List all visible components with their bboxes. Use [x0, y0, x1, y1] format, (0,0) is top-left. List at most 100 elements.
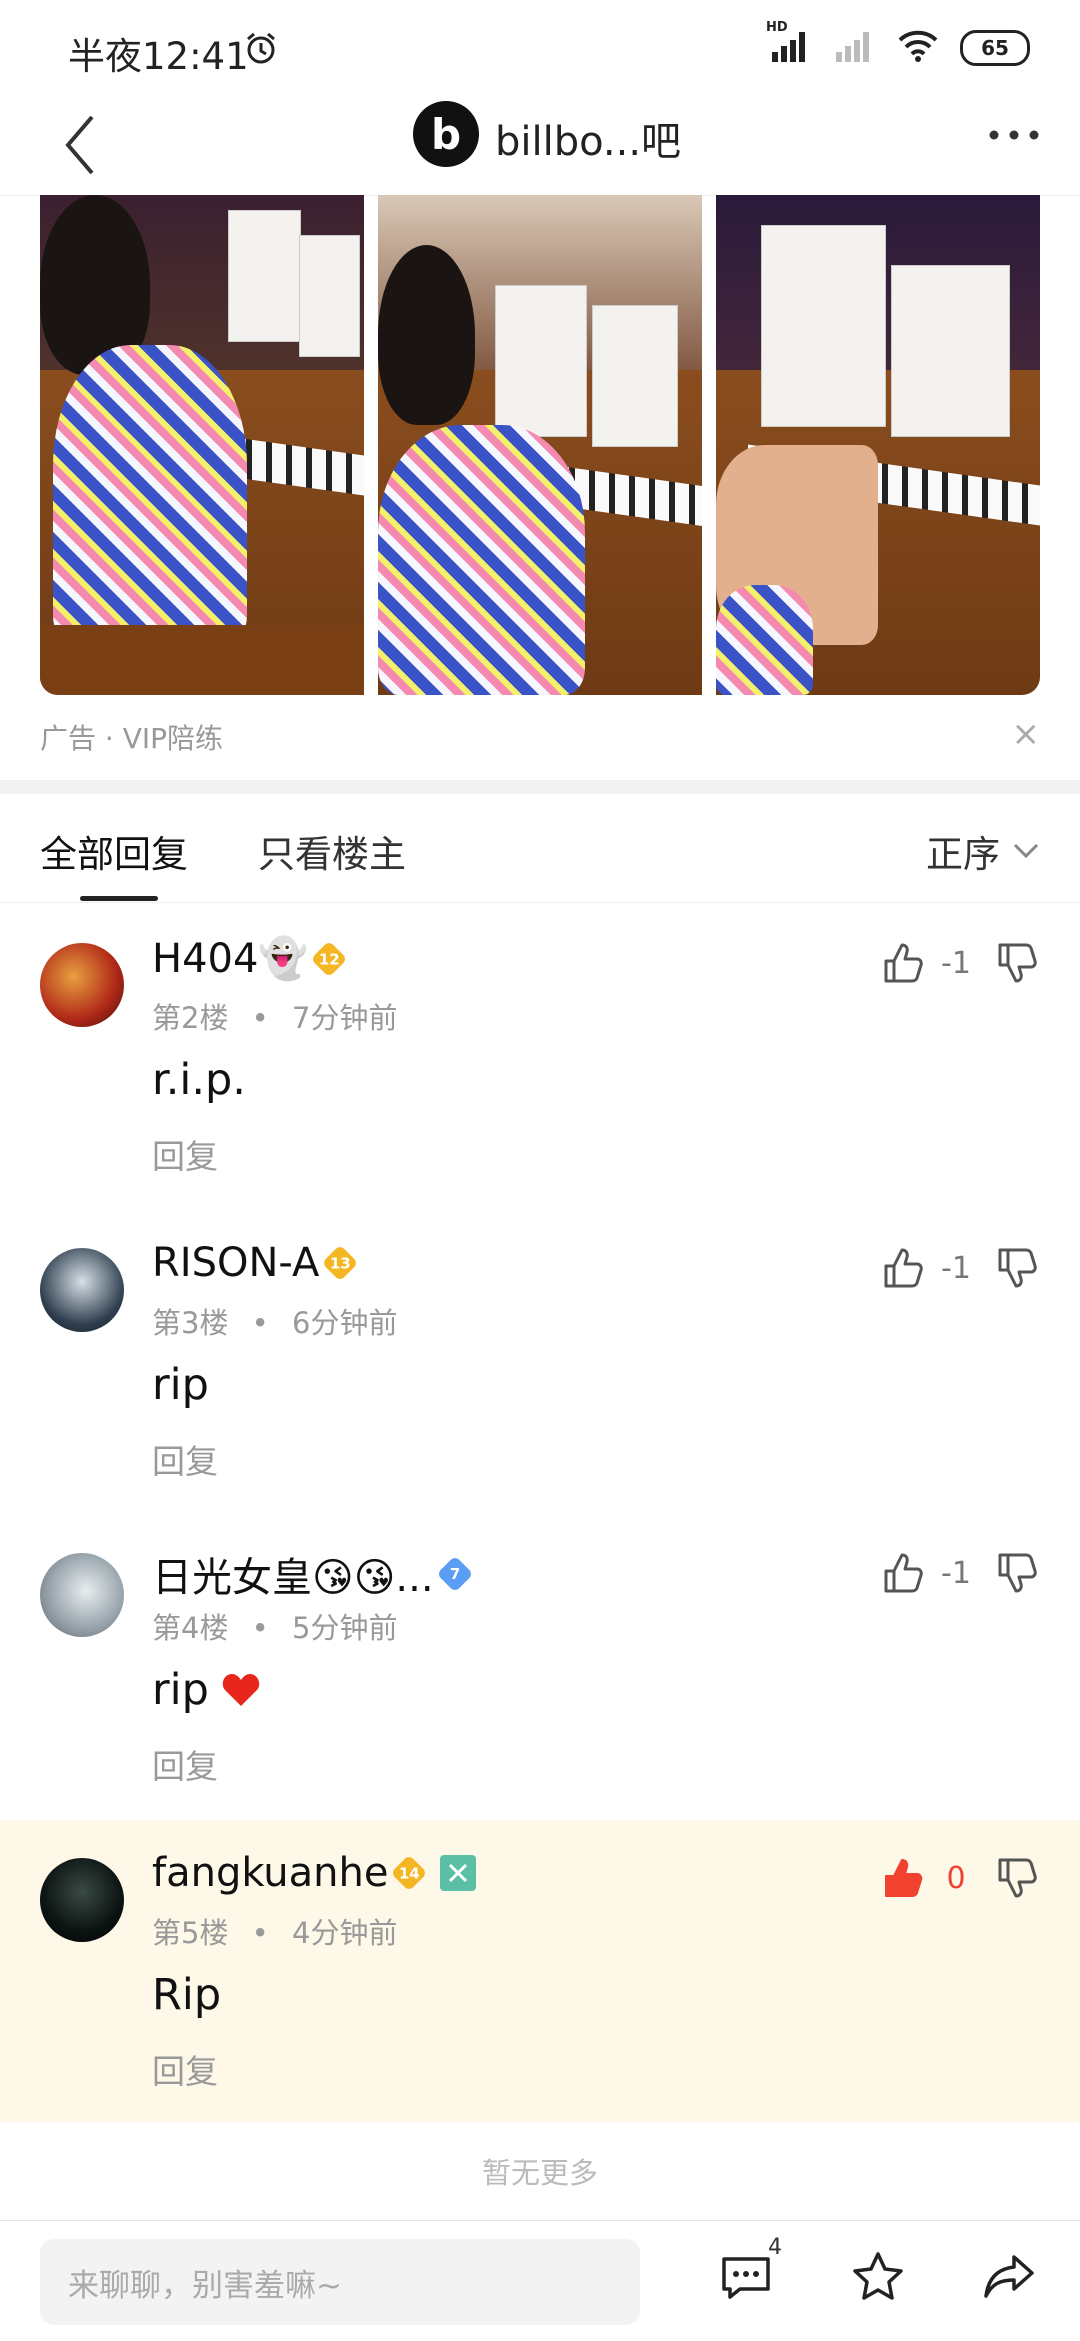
reply-item: RISON-A 13 第3楼 • 6分钟前 rip 回复 -1	[0, 1210, 1080, 1515]
reply-button[interactable]: 回复	[152, 1740, 218, 1788]
reply-item: H404👻 12 第2楼 • 7分钟前 r.i.p. 回复 -1	[0, 905, 1080, 1210]
thumbs-down-icon[interactable]	[996, 1246, 1040, 1290]
thumbs-down-icon[interactable]	[996, 1551, 1040, 1595]
cellular-empty-icon	[832, 28, 876, 68]
reply-content: rip	[152, 1360, 209, 1410]
reply-content: Rip	[152, 1970, 221, 2020]
active-tab-indicator	[80, 896, 158, 901]
thumbs-down-icon[interactable]	[996, 1856, 1040, 1900]
status-bar: 半夜12:41 HD 65	[0, 0, 1080, 95]
alarm-icon	[243, 30, 279, 70]
meta-separator: •	[251, 1001, 269, 1035]
reply-text: rip	[152, 1360, 209, 1410]
vote-count: 0	[946, 1860, 966, 1896]
share-button[interactable]	[982, 2249, 1038, 2309]
ad-image-1[interactable]	[40, 195, 364, 695]
cellular-hd-icon: HD	[766, 20, 812, 68]
vote-count: -1	[941, 945, 971, 981]
meta-separator: •	[251, 1306, 269, 1340]
bottom-bar: 来聊聊，别害羞嘛~ 4	[0, 2220, 1080, 2341]
ad-close-button[interactable]: ×	[1012, 714, 1041, 754]
floor-number: 第3楼	[152, 1306, 229, 1340]
battery-icon: 65	[960, 30, 1030, 66]
thumbs-up-icon[interactable]	[882, 941, 926, 985]
username[interactable]: RISON-A 13	[152, 1240, 359, 1286]
reply-time: 5分钟前	[292, 1611, 398, 1645]
ad-banner[interactable]	[40, 195, 1040, 695]
level-badge: 13	[321, 1244, 359, 1282]
ad-image-2[interactable]	[378, 195, 702, 695]
avatar[interactable]	[40, 1858, 124, 1942]
reply-item: 日光女皇😘😘... 7 第4楼 • 5分钟前 rip 回复 -1	[0, 1515, 1080, 1820]
chevron-down-icon	[1013, 843, 1039, 859]
vote-controls: -1	[882, 941, 1040, 985]
forum-title[interactable]: billbo...吧	[495, 109, 681, 167]
chat-bubble-icon	[722, 2257, 770, 2299]
vote-count: -1	[941, 1555, 971, 1591]
tab-owner-only[interactable]: 只看楼主	[258, 824, 406, 878]
more-dots-icon	[989, 130, 1039, 140]
thumbs-up-icon[interactable]	[882, 1246, 926, 1290]
comment-count-badge: 4	[768, 2235, 782, 2260]
section-divider	[0, 780, 1080, 794]
status-time: 半夜12:41	[68, 35, 249, 78]
star-icon	[853, 2252, 903, 2300]
username-text: fangkuanhe	[152, 1850, 389, 1896]
meta-separator: •	[251, 1611, 269, 1645]
reply-meta: 第4楼 • 5分钟前	[152, 1605, 397, 1647]
reply-content: rip	[152, 1665, 261, 1715]
more-button[interactable]	[986, 123, 1042, 151]
reply-content: r.i.p.	[152, 1055, 246, 1105]
reply-button[interactable]: 回复	[152, 1435, 218, 1483]
floor-number: 第4楼	[152, 1611, 229, 1645]
floor-number: 第2楼	[152, 1001, 229, 1035]
comment-placeholder: 来聊聊，别害羞嘛~	[68, 2267, 342, 2304]
heart-icon	[222, 1674, 260, 1706]
comments-button[interactable]: 4	[718, 2235, 782, 2309]
level-badge: 14	[391, 1854, 428, 1892]
tab-all-replies[interactable]: 全部回复	[40, 824, 188, 878]
reply-button[interactable]: 回复	[152, 1130, 218, 1178]
username-text: H404👻	[152, 936, 309, 982]
ad-caption: 广告 · VIP陪练	[40, 722, 223, 755]
level-number: 14	[399, 1864, 420, 1882]
comment-input[interactable]: 来聊聊，别害羞嘛~	[40, 2239, 640, 2325]
ad-image-3[interactable]	[716, 195, 1040, 695]
reply-time: 4分钟前	[292, 1916, 398, 1950]
reply-meta: 第3楼 • 6分钟前	[152, 1300, 397, 1342]
member-badge-icon	[440, 1855, 477, 1891]
vote-controls: -1	[882, 1246, 1040, 1290]
reply-time: 7分钟前	[292, 1001, 398, 1035]
level-number: 12	[318, 949, 340, 968]
network-label: HD	[766, 20, 788, 35]
username[interactable]: fangkuanhe 14	[152, 1850, 477, 1896]
thumbs-up-filled-icon[interactable]	[882, 1856, 926, 1900]
favorite-button[interactable]	[850, 2249, 906, 2309]
status-icons: HD 65	[766, 20, 1030, 68]
reply-item-highlighted: fangkuanhe 14 第5楼 • 4分钟前 Rip 回复 0	[0, 1820, 1080, 2122]
share-arrow-icon	[984, 2255, 1034, 2298]
avatar[interactable]	[40, 1553, 124, 1637]
thumbs-down-icon[interactable]	[996, 941, 1040, 985]
reply-button[interactable]: 回复	[152, 2045, 218, 2093]
back-button[interactable]	[58, 105, 102, 189]
reply-meta: 第2楼 • 7分钟前	[152, 995, 397, 1037]
avatar[interactable]	[40, 943, 124, 1027]
wifi-icon	[896, 28, 940, 68]
reply-text: r.i.p.	[152, 1055, 246, 1105]
vote-controls: 0	[882, 1856, 1040, 1900]
username-text: RISON-A	[152, 1240, 320, 1286]
floor-number: 第5楼	[152, 1916, 229, 1950]
thumbs-up-icon[interactable]	[882, 1551, 926, 1595]
sort-order-dropdown[interactable]: 正序	[926, 824, 1040, 878]
level-number: 7	[449, 1565, 460, 1583]
no-more-text: 暂无更多	[481, 2156, 598, 2190]
forum-logo[interactable]: b	[413, 101, 479, 167]
username[interactable]: H404👻 12	[152, 935, 348, 982]
reply-text: rip	[152, 1665, 209, 1715]
avatar[interactable]	[40, 1248, 124, 1332]
level-number: 13	[329, 1254, 351, 1272]
username[interactable]: 日光女皇😘😘... 7	[152, 1545, 473, 1603]
level-badge: 12	[310, 940, 348, 977]
logo-letter: b	[430, 109, 462, 159]
